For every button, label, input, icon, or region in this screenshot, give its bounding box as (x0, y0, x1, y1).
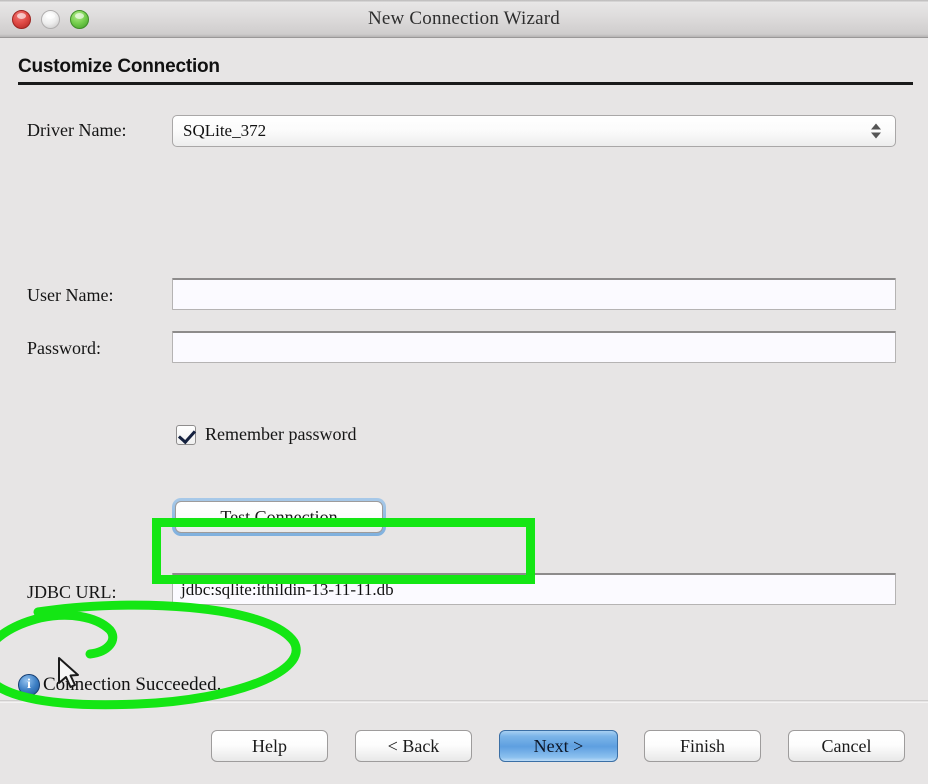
jdbc-url-label: JDBC URL: (27, 582, 117, 602)
jdbc-url-input[interactable]: jdbc:sqlite:ithildin-13-11-11.db (172, 573, 896, 605)
button-bar-divider (0, 702, 928, 703)
page-title: Customize Connection (18, 56, 220, 77)
remember-password-row[interactable]: Remember password (176, 424, 356, 445)
new-connection-wizard-window: New Connection Wizard Customize Connecti… (0, 0, 928, 784)
remember-password-checkbox[interactable] (176, 424, 196, 445)
test-connection-focus-ring: Test Connection (172, 498, 386, 536)
title-bar-highlight (0, 0, 928, 3)
heading-divider (18, 82, 913, 85)
title-bar: New Connection Wizard (0, 0, 928, 38)
password-input[interactable] (172, 331, 896, 363)
back-button[interactable]: < Back (355, 730, 472, 762)
finish-button[interactable]: Finish (644, 730, 761, 762)
driver-name-label: Driver Name: (27, 120, 127, 140)
info-icon (18, 674, 40, 696)
test-connection-button[interactable]: Test Connection (175, 501, 383, 533)
next-button[interactable]: Next > (499, 730, 618, 762)
driver-name-value: SQLite_372 (183, 121, 267, 140)
cancel-button[interactable]: Cancel (788, 730, 905, 762)
user-name-input[interactable] (172, 278, 896, 310)
window-title: New Connection Wizard (368, 8, 560, 29)
password-label: Password: (27, 338, 102, 358)
driver-name-combobox[interactable]: SQLite_372 (172, 115, 896, 147)
help-button[interactable]: Help (211, 730, 328, 762)
remember-password-label: Remember password (205, 424, 357, 444)
status-message-row: Connection Succeeded. (18, 674, 221, 696)
status-message: Connection Succeeded. (43, 674, 222, 695)
chevron-updown-icon[interactable] (871, 123, 881, 139)
wizard-content: Customize Connection Driver Name: SQLite… (0, 38, 928, 700)
user-name-label: User Name: (27, 285, 114, 305)
